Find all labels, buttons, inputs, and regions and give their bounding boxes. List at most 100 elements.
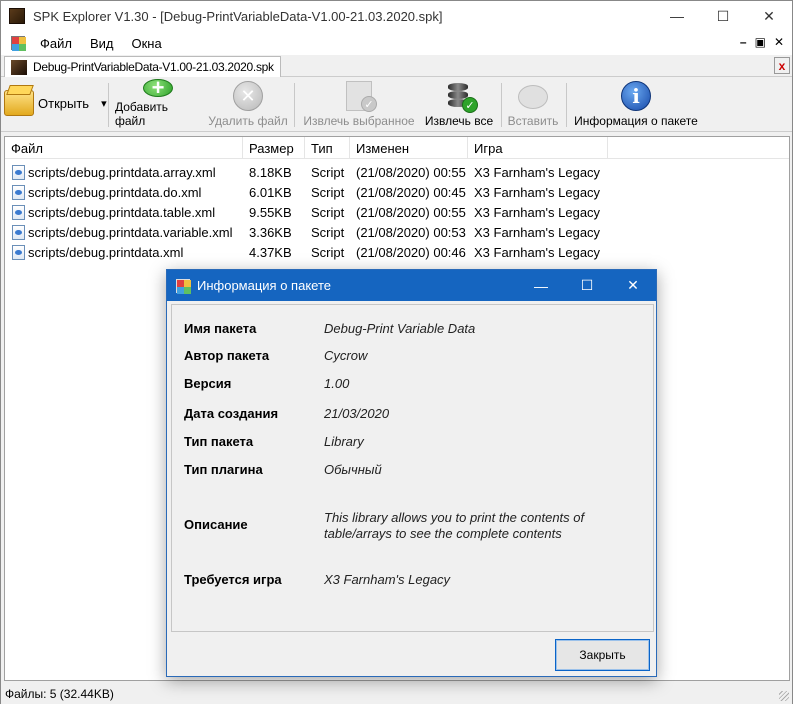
add-file-label: Добавить файл bbox=[115, 100, 169, 128]
menu-view[interactable]: Вид bbox=[81, 36, 123, 51]
remove-file-label: Удалить файл bbox=[208, 114, 288, 128]
file-game: X3 Farnham's Legacy bbox=[474, 204, 601, 220]
speech-bubble-icon bbox=[518, 85, 548, 109]
file-name: scripts/debug.printdata.array.xml bbox=[28, 164, 216, 180]
menu-bar: Файл Вид Окна – ▣ ✕ bbox=[1, 31, 792, 55]
title-bar: SPK Explorer V1.30 - [Debug-PrintVariabl… bbox=[1, 1, 792, 31]
xml-file-icon bbox=[12, 224, 25, 240]
column-modified[interactable]: Изменен bbox=[350, 137, 468, 159]
file-type: Script bbox=[311, 224, 345, 240]
file-row[interactable]: scripts/debug.printdata.xml 4.37KB Scrip… bbox=[5, 242, 608, 262]
file-name: scripts/debug.printdata.xml bbox=[28, 244, 184, 260]
close-document-button[interactable]: x bbox=[774, 57, 790, 74]
description-value: This library allows you to print the con… bbox=[324, 510, 585, 541]
package-info-dialog: Информация о пакете — ☐ ✕ Имя пакета Deb… bbox=[166, 269, 657, 677]
file-row[interactable]: scripts/debug.printdata.table.xml 9.55KB… bbox=[5, 202, 608, 222]
extract-selected-button[interactable]: ✓ Извлечь выбранное bbox=[301, 79, 417, 131]
dialog-window-controls: — ☐ ✕ bbox=[518, 270, 656, 301]
status-text: Файлы: 5 (32.44KB) bbox=[5, 687, 114, 701]
window-controls: — ☐ ✕ bbox=[654, 1, 792, 31]
close-button[interactable]: ✕ bbox=[746, 1, 792, 31]
maximize-button[interactable]: ☐ bbox=[700, 1, 746, 31]
column-type[interactable]: Тип bbox=[305, 137, 350, 159]
extract-all-label: Извлечь все bbox=[424, 114, 494, 128]
file-modified: (21/08/2020) 00:53 bbox=[356, 224, 466, 240]
document-tab[interactable]: Debug-PrintVariableData-V1.00-21.03.2020… bbox=[4, 56, 281, 77]
file-game: X3 Farnham's Legacy bbox=[474, 164, 601, 180]
toolbar-separator bbox=[501, 83, 502, 127]
spk-explorer-window: SPK Explorer V1.30 - [Debug-PrintVariabl… bbox=[0, 0, 793, 704]
file-modified: (21/08/2020) 00:55 bbox=[356, 164, 466, 180]
package-info-button[interactable]: i Информация о пакете bbox=[573, 79, 699, 131]
open-button-label: Открыть bbox=[38, 95, 90, 111]
column-size[interactable]: Размер bbox=[243, 137, 305, 159]
paste-label: Вставить bbox=[507, 114, 559, 128]
minimize-button[interactable]: — bbox=[654, 1, 700, 31]
menu-windows[interactable]: Окна bbox=[123, 36, 171, 51]
column-game[interactable]: Игра bbox=[468, 137, 608, 159]
dialog-minimize-button[interactable]: — bbox=[518, 270, 564, 301]
app-icon bbox=[9, 8, 25, 24]
dialog-maximize-button[interactable]: ☐ bbox=[564, 270, 610, 301]
dialog-close-button[interactable]: ✕ bbox=[610, 270, 656, 301]
package-name-value: Debug-Print Variable Data bbox=[324, 321, 476, 336]
file-game: X3 Farnham's Legacy bbox=[474, 184, 601, 200]
file-row[interactable]: scripts/debug.printdata.variable.xml 3.3… bbox=[5, 222, 608, 242]
mdi-child-icon[interactable] bbox=[11, 36, 26, 51]
package-info-panel: Имя пакета Debug-Print Variable Data Авт… bbox=[171, 304, 654, 632]
file-type: Script bbox=[311, 184, 345, 200]
package-info-label: Информация о пакете bbox=[574, 114, 698, 128]
extract-document-icon: ✓ bbox=[346, 81, 377, 112]
package-author-label: Автор пакета bbox=[184, 348, 270, 363]
package-type-label: Тип пакета bbox=[184, 434, 254, 449]
xml-file-icon bbox=[12, 244, 25, 260]
file-name: scripts/debug.printdata.variable.xml bbox=[28, 224, 233, 240]
file-name: scripts/debug.printdata.table.xml bbox=[28, 204, 216, 220]
database-icon: ✓ bbox=[446, 81, 478, 113]
open-button[interactable]: Открыть ▾ bbox=[4, 87, 107, 119]
file-row[interactable]: scripts/debug.printdata.array.xml 8.18KB… bbox=[5, 162, 608, 182]
remove-file-button[interactable]: ✕ Удалить файл bbox=[208, 79, 288, 131]
extract-all-button[interactable]: ✓ Извлечь все bbox=[422, 79, 496, 131]
mdi-close-button[interactable]: ✕ bbox=[774, 35, 784, 49]
chevron-down-icon[interactable]: ▾ bbox=[101, 97, 107, 110]
plugin-type-label: Тип плагина bbox=[184, 462, 263, 477]
dialog-close-action-button[interactable]: Закрыть bbox=[555, 639, 650, 671]
mdi-minimize-button[interactable]: – bbox=[740, 35, 747, 49]
required-game-value: X3 Farnham's Legacy bbox=[324, 572, 451, 587]
file-game: X3 Farnham's Legacy bbox=[474, 244, 601, 260]
column-file[interactable]: Файл bbox=[5, 137, 243, 159]
package-box-icon bbox=[4, 90, 34, 116]
file-modified: (21/08/2020) 00:46 bbox=[356, 244, 466, 260]
file-list-header: Файл Размер Тип Изменен Игра bbox=[5, 137, 789, 159]
toolbar-separator bbox=[108, 83, 109, 127]
package-version-value: 1.00 bbox=[324, 376, 350, 391]
file-size: 8.18KB bbox=[249, 164, 292, 180]
add-file-button[interactable]: + Добавить файл bbox=[115, 77, 201, 131]
file-type: Script bbox=[311, 244, 345, 260]
file-size: 6.01KB bbox=[249, 184, 292, 200]
dialog-title: Информация о пакете bbox=[197, 278, 331, 293]
remove-icon: ✕ bbox=[233, 81, 263, 111]
add-icon: + bbox=[143, 77, 173, 99]
document-tab-bar: Debug-PrintVariableData-V1.00-21.03.2020… bbox=[1, 55, 792, 77]
file-row[interactable]: scripts/debug.printdata.do.xml 6.01KB Sc… bbox=[5, 182, 608, 202]
file-size: 9.55KB bbox=[249, 204, 292, 220]
status-bar: Файлы: 5 (32.44KB) bbox=[1, 684, 792, 704]
description-label: Описание bbox=[184, 517, 248, 532]
menu-file[interactable]: Файл bbox=[31, 36, 81, 51]
xml-file-icon bbox=[12, 204, 25, 220]
resize-grip-icon[interactable] bbox=[779, 691, 789, 701]
mdi-controls: – ▣ ✕ bbox=[740, 35, 784, 49]
paste-button[interactable]: Вставить bbox=[506, 79, 560, 131]
dialog-title-bar: Информация о пакете — ☐ ✕ bbox=[167, 270, 656, 301]
file-modified: (21/08/2020) 00:45 bbox=[356, 184, 466, 200]
mdi-restore-button[interactable]: ▣ bbox=[755, 35, 766, 49]
info-icon: i bbox=[621, 81, 651, 111]
file-size: 3.36KB bbox=[249, 224, 292, 240]
document-tab-label: Debug-PrintVariableData-V1.00-21.03.2020… bbox=[33, 60, 274, 74]
extract-selected-label: Извлечь выбранное bbox=[303, 114, 415, 128]
window-title: SPK Explorer V1.30 - [Debug-PrintVariabl… bbox=[33, 8, 443, 24]
file-modified: (21/08/2020) 00:55 bbox=[356, 204, 466, 220]
spk-file-icon bbox=[11, 60, 27, 75]
